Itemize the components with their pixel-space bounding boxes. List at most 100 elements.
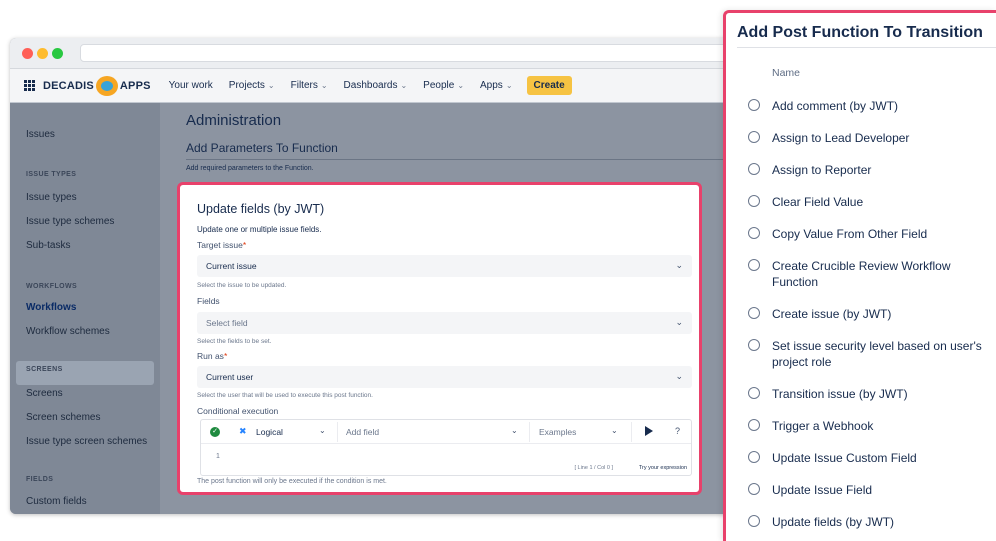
radio-button[interactable] [748, 483, 760, 495]
post-function-option[interactable]: Update fields (by JWT) [748, 514, 996, 530]
radio-button[interactable] [748, 307, 760, 319]
post-function-option[interactable]: Update Issue Custom Field [748, 450, 996, 466]
nav-dashboards[interactable]: Dashboards ⌄ [344, 80, 408, 91]
mode-select[interactable]: Logical [256, 427, 283, 437]
chevron-down-icon: ⌄ [319, 426, 326, 435]
chevron-down-icon: ⌄ [457, 81, 465, 90]
nav-projects[interactable]: Projects ⌄ [229, 80, 275, 91]
try-expression-link[interactable]: Try your expression [639, 465, 687, 471]
nav-apps[interactable]: Apps ⌄ [480, 80, 513, 91]
run-as-select[interactable]: Current user ⌄ [197, 366, 692, 388]
sidebar-section-fields: FIELDS [26, 476, 54, 483]
app-switcher-icon[interactable] [24, 80, 35, 91]
post-function-option[interactable]: Copy Value From Other Field [748, 226, 996, 242]
fields-label: Fields [197, 296, 220, 306]
post-function-option[interactable]: Create Crucible Review Workflow Function [748, 258, 996, 290]
chevron-down-icon: ⌄ [267, 81, 275, 90]
decadis-apps-logo[interactable]: DECADIS APPS [43, 75, 151, 96]
sidebar-item-screen-schemes[interactable]: Screen schemes [26, 412, 100, 423]
option-label: Set issue security level based on user's… [772, 339, 982, 369]
page-subtitle: Add Parameters To Function [186, 141, 338, 155]
radio-button[interactable] [748, 515, 760, 527]
run-as-label: Run as* [197, 351, 227, 361]
label-text: Target issue [197, 240, 243, 250]
radio-button[interactable] [748, 339, 760, 351]
radio-button[interactable] [748, 99, 760, 111]
nav-label: Apps [480, 80, 503, 91]
update-fields-form: Update fields (by JWT) Update one or mul… [177, 182, 702, 495]
address-bar[interactable] [80, 44, 740, 62]
add-post-function-panel: Add Post Function To Transition Name Add… [723, 10, 996, 541]
post-function-option[interactable]: Trigger a Webhook [748, 418, 996, 434]
sidebar-section-workflows: WORKFLOWS [26, 283, 78, 290]
radio-button[interactable] [748, 195, 760, 207]
chevron-down-icon: ⌄ [675, 317, 683, 327]
check-circle-icon: ✓ [210, 427, 220, 437]
label-text: Run as [197, 351, 224, 361]
help-icon[interactable]: ? [675, 426, 680, 436]
sidebar-item-custom-fields[interactable]: Custom fields [26, 496, 87, 507]
run-as-hint: Select the user that will be used to exe… [197, 392, 373, 399]
sidebar-item-workflow-schemes[interactable]: Workflow schemes [26, 326, 110, 337]
option-label: Copy Value From Other Field [772, 227, 928, 241]
create-button[interactable]: Create [526, 76, 572, 95]
post-function-option[interactable]: Transition issue (by JWT) [748, 386, 996, 402]
window-minimize-icon[interactable] [37, 48, 48, 59]
option-label: Trigger a Webhook [772, 419, 874, 433]
post-function-option[interactable]: Clear Field Value [748, 194, 996, 210]
radio-button[interactable] [748, 419, 760, 431]
chevron-down-icon: ⌄ [400, 81, 408, 90]
radio-button[interactable] [748, 131, 760, 143]
option-label: Create Crucible Review Workflow Function [772, 259, 951, 289]
sidebar-item-issue-type-screen-schemes[interactable]: Issue type screen schemes [26, 436, 147, 447]
select-value: Current user [206, 372, 254, 382]
divider [737, 47, 996, 48]
radio-button[interactable] [748, 227, 760, 239]
radio-button[interactable] [748, 387, 760, 399]
chevron-down-icon: ⌄ [675, 260, 683, 270]
chevron-down-icon: ⌄ [611, 426, 618, 435]
expression-toolbar: ✓ ✖ Logical ⌄ Add field ⌄ Examples ⌄ ? [201, 420, 691, 444]
examples-select[interactable]: Examples [539, 427, 576, 437]
fields-hint: Select the fields to be set. [197, 338, 272, 345]
target-issue-label: Target issue* [197, 240, 246, 250]
sidebar-item-issue-types[interactable]: Issue types [26, 192, 77, 203]
page-description: Add required parameters to the Function. [186, 165, 314, 172]
post-function-option[interactable]: Assign to Lead Developer [748, 130, 996, 146]
chevron-down-icon: ⌄ [675, 371, 683, 381]
logo-mark-icon [95, 75, 118, 96]
fields-select[interactable]: Select field ⌄ [197, 312, 692, 334]
option-label: Create issue (by JWT) [772, 307, 892, 321]
window-close-icon[interactable] [22, 48, 33, 59]
sidebar-item-screens[interactable]: Screens [26, 388, 63, 399]
post-function-option[interactable]: Assign to Reporter [748, 162, 996, 178]
nav-filters[interactable]: Filters ⌄ [291, 80, 328, 91]
target-issue-select[interactable]: Current issue ⌄ [197, 255, 692, 277]
sidebar-active-highlight [16, 361, 154, 385]
logical-mode-icon: ✖ [239, 426, 247, 436]
post-function-option[interactable]: Set issue security level based on user's… [748, 338, 996, 370]
window-maximize-icon[interactable] [52, 48, 63, 59]
sidebar-item-sub-tasks[interactable]: Sub-tasks [26, 240, 70, 251]
post-function-option[interactable]: Add comment (by JWT) [748, 98, 996, 114]
chevron-down-icon: ⌄ [505, 81, 513, 90]
play-icon[interactable] [645, 426, 653, 436]
radio-button[interactable] [748, 451, 760, 463]
radio-button[interactable] [748, 163, 760, 175]
nav-label: Dashboards [343, 80, 398, 91]
sidebar-item-issues[interactable]: Issues [26, 129, 55, 140]
sidebar-item-workflows[interactable]: Workflows [26, 302, 76, 313]
post-function-option[interactable]: Update Issue Field [748, 482, 996, 498]
post-function-option[interactable]: Create issue (by JWT) [748, 306, 996, 322]
nav-your-work[interactable]: Your work [169, 80, 213, 91]
nav-people[interactable]: People ⌄ [423, 80, 464, 91]
sidebar-section-screens: SCREENS [26, 366, 63, 373]
top-navigation: DECADIS APPS Your work Projects ⌄ Filters… [10, 69, 745, 103]
sidebar-item-issue-type-schemes[interactable]: Issue type schemes [26, 216, 114, 227]
logo-text-left: DECADIS [43, 79, 94, 92]
toolbar-separator [337, 422, 338, 442]
radio-button[interactable] [748, 259, 760, 271]
add-field-select[interactable]: Add field [346, 427, 379, 437]
conditional-execution-hint: The post function will only be executed … [197, 478, 387, 485]
page-title: Administration [186, 112, 282, 129]
